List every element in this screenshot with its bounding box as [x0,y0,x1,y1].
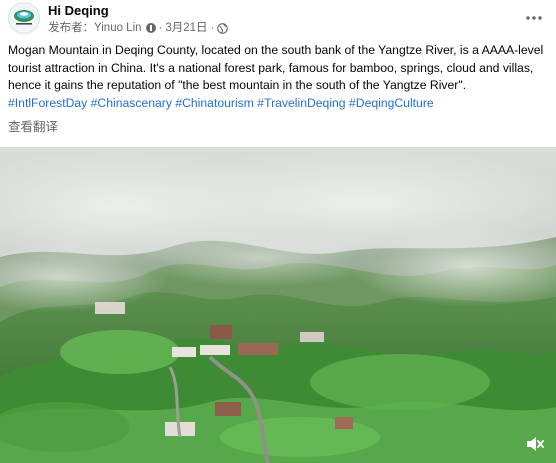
hashtag-link[interactable]: #IntlForestDay [8,96,87,110]
question-icon[interactable] [145,23,156,33]
hi-deqing-logo [14,10,34,25]
hashtag-link[interactable]: #Chinascenary [91,96,172,110]
hashtag-link[interactable]: #DeqingCulture [349,96,434,110]
more-options-button[interactable] [524,8,544,28]
author-name[interactable]: Yinuo Lin [94,20,142,36]
video-player[interactable] [0,147,556,463]
globe-icon[interactable] [217,22,229,34]
volume-muted-icon [527,437,544,451]
hashtag-link[interactable]: #TravelinDeqing [257,96,345,110]
caption-text: Mogan Mountain in Deqing County, located… [8,43,544,92]
publisher-label: 发布者： [48,22,94,34]
mountain-forest-video-frame [0,147,556,463]
facebook-post: Hi Deqing 发布者： Yinuo Lin · 3月21日 · Mogan… [0,0,556,463]
more-horizontal-icon [526,16,542,20]
page-name-link[interactable]: Hi Deqing [48,3,109,19]
post-caption: Mogan Mountain in Deqing County, located… [8,42,544,112]
meta-separator: · [210,22,215,34]
post-header: Hi Deqing 发布者： Yinuo Lin · 3月21日 · [0,0,556,40]
see-translation-link[interactable]: 查看翻译 [8,119,58,136]
mute-button[interactable] [524,433,546,455]
meta-separator: · [158,22,163,34]
post-date[interactable]: 3月21日 [165,20,207,36]
post-meta: 发布者： Yinuo Lin · 3月21日 · [48,20,229,36]
hashtag-link[interactable]: #Chinatourism [175,96,254,110]
page-avatar[interactable] [8,2,40,34]
